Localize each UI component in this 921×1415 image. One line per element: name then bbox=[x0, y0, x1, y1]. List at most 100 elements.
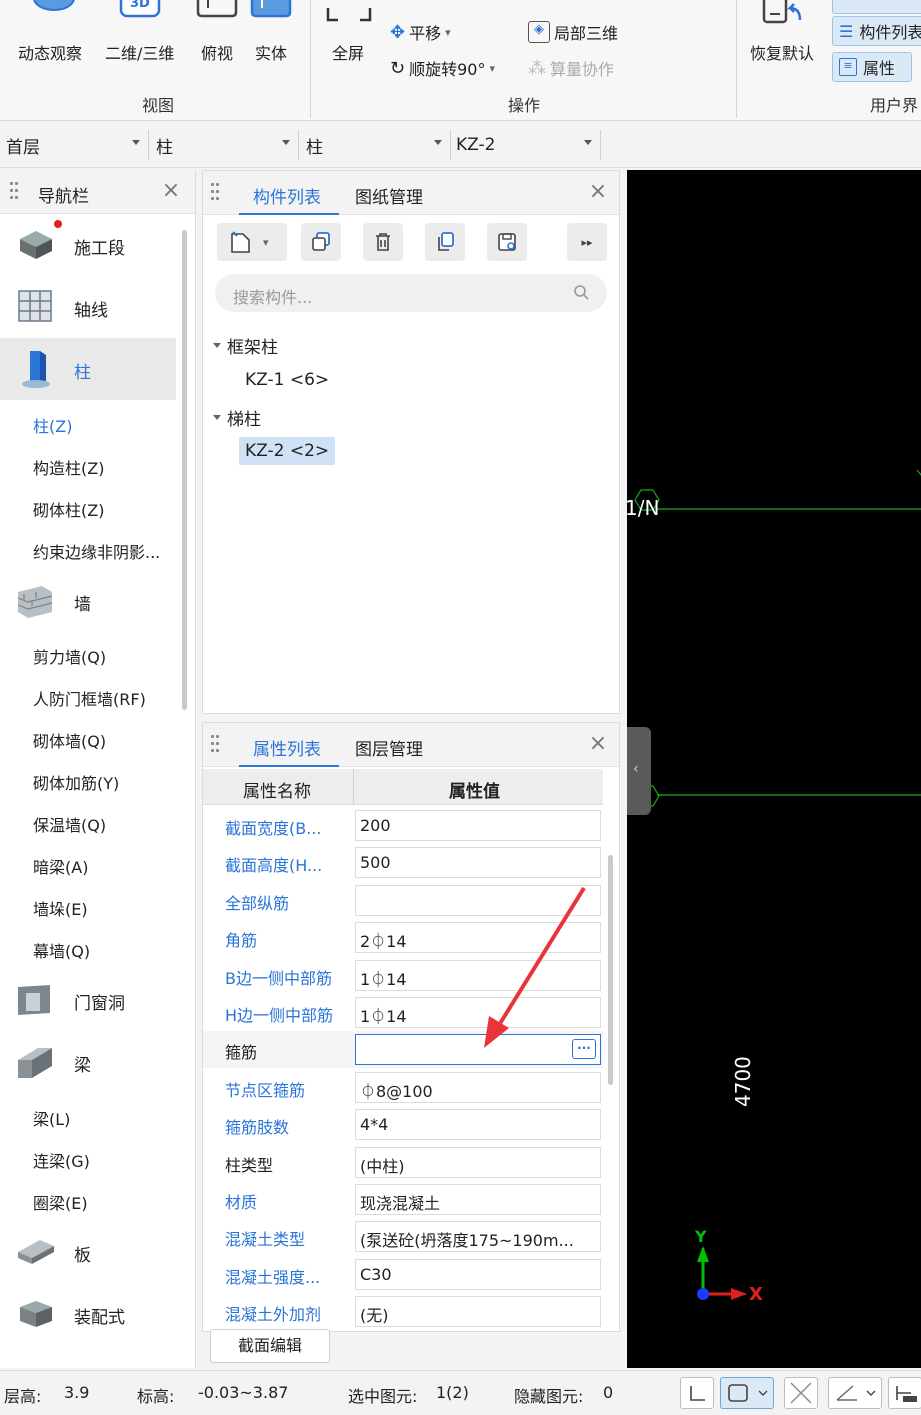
nav-scrollbar[interactable] bbox=[182, 230, 187, 710]
drag-handle-icon[interactable] bbox=[211, 183, 219, 203]
ortho-toggle-button[interactable] bbox=[680, 1377, 714, 1409]
property-value-field[interactable]: 500 bbox=[355, 847, 601, 879]
property-value-field[interactable]: (泵送砼(坍落度175~190m... bbox=[355, 1221, 601, 1253]
rotate-button[interactable]: ↻ 顺旋转90° ▾ bbox=[390, 56, 495, 80]
nav-item-ring-beam[interactable]: 圈梁(E) bbox=[33, 1190, 88, 1214]
nav-item-insulation-wall[interactable]: 保温墙(Q) bbox=[33, 812, 106, 836]
property-value-field[interactable]: 现浇混凝土 bbox=[355, 1184, 601, 1215]
floor-select[interactable]: 首层 bbox=[0, 122, 148, 168]
close-icon[interactable]: × bbox=[587, 181, 609, 203]
dimension-icon bbox=[896, 1386, 917, 1402]
nav-item-pilaster[interactable]: 墙垛(E) bbox=[33, 896, 88, 920]
orbit-button[interactable]: 动态观察 bbox=[18, 40, 82, 64]
toggle-component-list[interactable] bbox=[832, 0, 921, 14]
property-value-field[interactable]: (中柱) bbox=[355, 1146, 601, 1178]
tree-group-frame-column[interactable]: 框架柱 bbox=[213, 333, 278, 358]
panel-collapse-tab[interactable]: ‹ bbox=[627, 727, 651, 815]
nav-item-construction-column[interactable]: 构造柱(Z) bbox=[33, 455, 104, 479]
nav-category-axis[interactable]: 轴线 bbox=[0, 276, 176, 338]
property-name: 角筋 bbox=[225, 931, 258, 951]
toggle-component-list-button[interactable]: ☰ 构件列表 bbox=[832, 16, 921, 46]
nav-item-beam[interactable]: 梁(L) bbox=[33, 1106, 70, 1130]
2d-3d-button[interactable]: 二维/三维 bbox=[105, 40, 174, 64]
more-options-icon[interactable]: ··· bbox=[572, 1039, 596, 1060]
nav-item-curtain-wall[interactable]: 幕墙(Q) bbox=[33, 938, 90, 962]
tree-group-stair-column[interactable]: 梯柱 bbox=[213, 405, 261, 430]
property-value-field[interactable]: 4*4 bbox=[355, 1109, 601, 1141]
copy-to-floor-button[interactable] bbox=[425, 223, 465, 261]
property-value-field[interactable]: 200 bbox=[355, 810, 601, 841]
nav-category-wall[interactable]: 墙 bbox=[0, 570, 176, 632]
save-component-button[interactable] bbox=[487, 223, 527, 261]
tab-layer-management[interactable]: 图层管理 bbox=[355, 735, 423, 760]
nav-item-shear-wall[interactable]: 剪力墙(Q) bbox=[33, 644, 106, 668]
nav-item-constraint-edge[interactable]: 约束边缘非阴影... bbox=[33, 539, 160, 563]
top-view-icon[interactable] bbox=[194, 0, 240, 24]
section-edit-button[interactable]: 截面编辑 bbox=[210, 1329, 330, 1363]
nav-category-slab[interactable]: 板 bbox=[0, 1221, 176, 1283]
door-window-icon bbox=[18, 985, 50, 1015]
nav-category-construction-stage[interactable]: 施工段 bbox=[0, 214, 176, 276]
angle-toggle-button[interactable] bbox=[828, 1377, 882, 1409]
property-value-field[interactable]: 2⏀14 bbox=[355, 922, 601, 954]
nav-item-masonry-wall[interactable]: 砌体墙(Q) bbox=[33, 728, 106, 752]
tab-component-list[interactable]: 构件列表 bbox=[253, 183, 321, 208]
tab-property-list[interactable]: 属性列表 bbox=[253, 735, 321, 760]
property-value-field[interactable]: 1⏀14 bbox=[355, 997, 601, 1028]
fullscreen-button[interactable]: 全屏 bbox=[332, 40, 364, 64]
nav-item-coupling-beam[interactable]: 连梁(G) bbox=[33, 1148, 90, 1172]
nav-item-hidden-beam[interactable]: 暗梁(A) bbox=[33, 854, 88, 878]
delete-button[interactable] bbox=[363, 223, 403, 261]
new-component-button[interactable]: ▾ bbox=[217, 223, 287, 261]
drag-handle-icon[interactable] bbox=[211, 735, 219, 755]
pan-button[interactable]: ✥ 平移 ▾ bbox=[390, 20, 451, 44]
top-view-button[interactable]: 俯视 bbox=[201, 40, 233, 64]
tree-item-kz1[interactable]: KZ-1 <6> bbox=[239, 366, 335, 394]
close-icon[interactable]: × bbox=[587, 733, 609, 755]
orbit-icon[interactable] bbox=[32, 0, 76, 20]
tree-item-kz2[interactable]: KZ-2 <2> bbox=[239, 437, 336, 465]
nav-item-civil-defense-wall[interactable]: 人防门框墙(RF) bbox=[33, 686, 146, 710]
local-3d-button[interactable]: ◈ 局部三维 bbox=[528, 20, 618, 44]
nav-item-masonry-column[interactable]: 砌体柱(Z) bbox=[33, 497, 104, 521]
toggle-properties-button[interactable]: ≡ 属性 bbox=[832, 52, 912, 82]
type-select[interactable]: 柱 bbox=[300, 122, 450, 168]
snap-toggle-button[interactable] bbox=[720, 1377, 774, 1409]
category-select[interactable]: 柱 bbox=[150, 122, 298, 168]
component-select[interactable]: KZ-2 bbox=[450, 122, 600, 168]
solid-view-button[interactable]: 实体 bbox=[255, 40, 287, 64]
property-value-field[interactable]: 1⏀14 bbox=[355, 959, 601, 991]
property-value-field[interactable] bbox=[355, 884, 601, 916]
component-search-input[interactable]: 搜索构件... bbox=[215, 274, 607, 312]
more-tools-button[interactable]: ▸▸ bbox=[567, 223, 607, 261]
property-value-field[interactable]: (无) bbox=[355, 1296, 601, 1328]
drag-handle-icon[interactable] bbox=[10, 182, 18, 202]
2d-3d-toggle-icon[interactable]: 3D bbox=[118, 0, 164, 24]
nav-category-door-window[interactable]: 门窗洞 bbox=[0, 969, 176, 1031]
restore-default-icon[interactable] bbox=[760, 0, 806, 30]
close-icon[interactable]: × bbox=[160, 180, 182, 202]
property-scrollbar[interactable] bbox=[608, 855, 613, 1085]
property-value-field[interactable]: C30 bbox=[355, 1258, 601, 1290]
nav-category-beam[interactable]: 梁 bbox=[0, 1031, 176, 1093]
calc-collab-button[interactable]: ⁂ 算量协作 bbox=[528, 56, 614, 80]
restore-default-button[interactable]: 恢复默认 bbox=[750, 40, 814, 64]
nav-item-masonry-rebar[interactable]: 砌体加筋(Y) bbox=[33, 770, 119, 794]
search-icon[interactable] bbox=[573, 284, 591, 302]
floor-height-value: 3.9 bbox=[64, 1383, 90, 1402]
nav-category-prefab[interactable]: 装配式 bbox=[0, 1283, 176, 1345]
solid-view-icon[interactable] bbox=[248, 0, 294, 24]
property-value-field[interactable]: ··· bbox=[355, 1034, 601, 1066]
dimension-toggle-button[interactable] bbox=[888, 1377, 921, 1409]
property-name: 混凝土类型 bbox=[225, 1230, 306, 1250]
drawing-canvas[interactable]: 1/N 4700 Y X bbox=[627, 170, 921, 1368]
selected-count-label: 选中图元: bbox=[348, 1387, 418, 1406]
tab-drawing-management[interactable]: 图纸管理 bbox=[355, 183, 423, 208]
cross-toggle-button[interactable] bbox=[784, 1377, 818, 1409]
copy-button[interactable] bbox=[301, 223, 341, 261]
nav-item-column[interactable]: 柱(Z) bbox=[33, 413, 72, 437]
nav-category-column[interactable]: 柱 bbox=[0, 338, 176, 400]
property-value-field[interactable]: ⏀8@100 bbox=[355, 1071, 601, 1103]
expand-triangle-icon bbox=[213, 343, 221, 348]
fullscreen-icon[interactable] bbox=[326, 0, 372, 26]
